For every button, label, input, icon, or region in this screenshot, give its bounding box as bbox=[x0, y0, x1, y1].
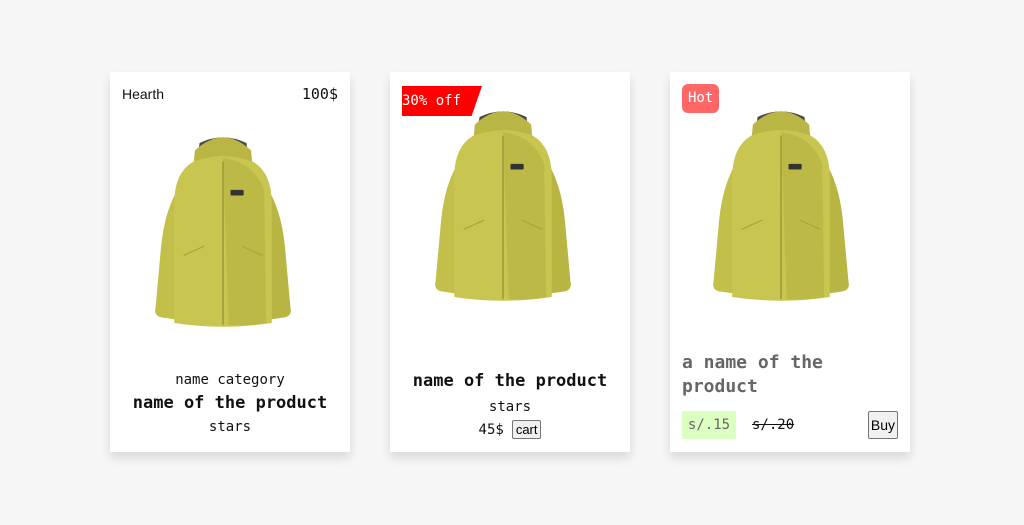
product-card-3[interactable]: Hot a name of the product s/.15 s/.20 Bu… bbox=[670, 72, 910, 452]
product-image bbox=[706, 96, 856, 316]
product-name: name of the product bbox=[412, 371, 608, 391]
price-label: 100$ bbox=[301, 85, 338, 103]
price-row: 45$ cart bbox=[390, 420, 630, 439]
discount-ribbon: 30% off bbox=[402, 86, 482, 116]
product-card-1[interactable]: Hearth 100$ name category name of the pr… bbox=[110, 72, 350, 452]
add-to-cart-button[interactable]: cart bbox=[511, 420, 542, 439]
product-stars: stars bbox=[208, 419, 252, 435]
product-info: name of the product stars 45$ cart bbox=[390, 368, 630, 439]
product-image bbox=[428, 96, 578, 316]
product-name: name of the product bbox=[132, 393, 328, 413]
product-info: name category name of the product stars bbox=[110, 370, 350, 438]
product-image bbox=[148, 122, 298, 342]
sale-price: s/.15 bbox=[682, 411, 736, 439]
product-cards-page: Hearth 100$ name category name of the pr… bbox=[0, 0, 1024, 525]
buy-button[interactable]: Buy bbox=[867, 411, 898, 439]
product-category: name category bbox=[175, 372, 285, 388]
hot-badge: Hot bbox=[682, 84, 720, 113]
original-price: s/.20 bbox=[752, 417, 795, 433]
price-label: 45$ bbox=[478, 421, 504, 438]
product-card-2[interactable]: 30% off name of the product stars 45$ ca… bbox=[390, 72, 630, 452]
brand-label: Hearth bbox=[122, 86, 165, 102]
product-name: a name of the product bbox=[682, 352, 823, 397]
product-stars: stars bbox=[488, 399, 532, 415]
